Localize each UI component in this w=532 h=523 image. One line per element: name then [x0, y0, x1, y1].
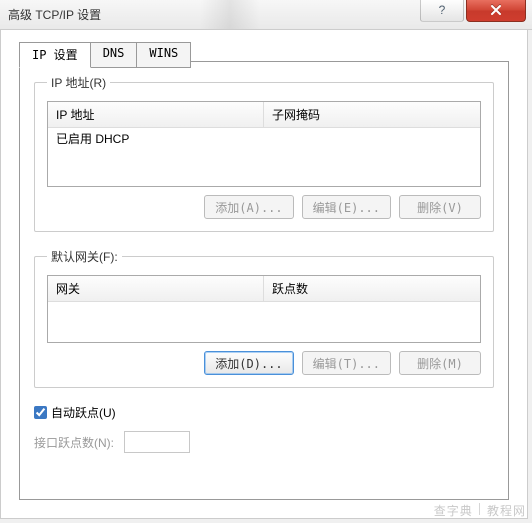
watermark-b: 教程网	[487, 504, 526, 518]
window-title: 高级 TCP/IP 设置	[8, 6, 101, 23]
gateway-edit-button[interactable]: 编辑(T)...	[302, 351, 391, 375]
auto-metric-row: 自动跃点(U)	[34, 404, 494, 421]
ip-address-list[interactable]: IP 地址 子网掩码 已启用 DHCP	[47, 101, 481, 187]
gateway-list-header: 网关 跃点数	[48, 276, 480, 302]
auto-metric-checkbox[interactable]	[34, 406, 47, 419]
tab-panel-ip: IP 地址(R) IP 地址 子网掩码 已启用 DHCP 添加(A)... 编辑…	[19, 61, 509, 500]
col-subnet-mask[interactable]: 子网掩码	[264, 102, 480, 127]
gateway-list-body	[48, 302, 480, 342]
tab-strip: IP 设置 DNS WINS	[19, 42, 190, 68]
col-ip-address[interactable]: IP 地址	[48, 102, 264, 127]
gateway-add-button[interactable]: 添加(D)...	[204, 351, 293, 375]
ip-edit-button[interactable]: 编辑(E)...	[302, 195, 391, 219]
titlebar-shadow	[200, 0, 260, 29]
gateway-legend: 默认网关(F):	[47, 248, 122, 265]
interface-metric-input[interactable]	[124, 431, 190, 453]
watermark: 查字典 教程网	[434, 502, 526, 519]
ip-list-header: IP 地址 子网掩码	[48, 102, 480, 128]
ip-remove-button[interactable]: 删除(V)	[399, 195, 481, 219]
ip-address-group: IP 地址(R) IP 地址 子网掩码 已启用 DHCP 添加(A)... 编辑…	[34, 74, 494, 232]
titlebar-buttons: ?	[420, 0, 532, 22]
dialog-body: IP 设置 DNS WINS IP 地址(R) IP 地址 子网掩码 已启用 D…	[0, 30, 528, 519]
divider-icon	[479, 503, 480, 515]
interface-metric-label: 接口跃点数(N):	[34, 434, 114, 451]
gateway-list[interactable]: 网关 跃点数	[47, 275, 481, 343]
auto-metric-label[interactable]: 自动跃点(U)	[51, 404, 116, 421]
interface-metric-row: 接口跃点数(N):	[34, 431, 494, 453]
gateway-remove-button[interactable]: 删除(M)	[399, 351, 481, 375]
watermark-a: 查字典	[434, 504, 473, 518]
close-button[interactable]	[466, 0, 526, 22]
tab-dns[interactable]: DNS	[90, 42, 138, 68]
ip-dhcp-cell: 已启用 DHCP	[48, 128, 137, 149]
ip-add-button[interactable]: 添加(A)...	[204, 195, 293, 219]
titlebar: 高级 TCP/IP 设置 ?	[0, 0, 532, 30]
gateway-button-row: 添加(D)... 编辑(T)... 删除(M)	[47, 351, 481, 375]
svg-text:?: ?	[439, 4, 446, 16]
col-gateway[interactable]: 网关	[48, 276, 264, 301]
tab-wins[interactable]: WINS	[136, 42, 191, 68]
help-button[interactable]: ?	[420, 0, 464, 22]
gateway-group: 默认网关(F): 网关 跃点数 添加(D)... 编辑(T)... 删除(M)	[34, 248, 494, 388]
ip-button-row: 添加(A)... 编辑(E)... 删除(V)	[47, 195, 481, 219]
ip-address-legend: IP 地址(R)	[47, 74, 110, 91]
list-item[interactable]: 已启用 DHCP	[48, 128, 480, 149]
ip-list-body: 已启用 DHCP	[48, 128, 480, 186]
col-metric[interactable]: 跃点数	[264, 276, 480, 301]
tab-ip-settings[interactable]: IP 设置	[19, 42, 91, 68]
